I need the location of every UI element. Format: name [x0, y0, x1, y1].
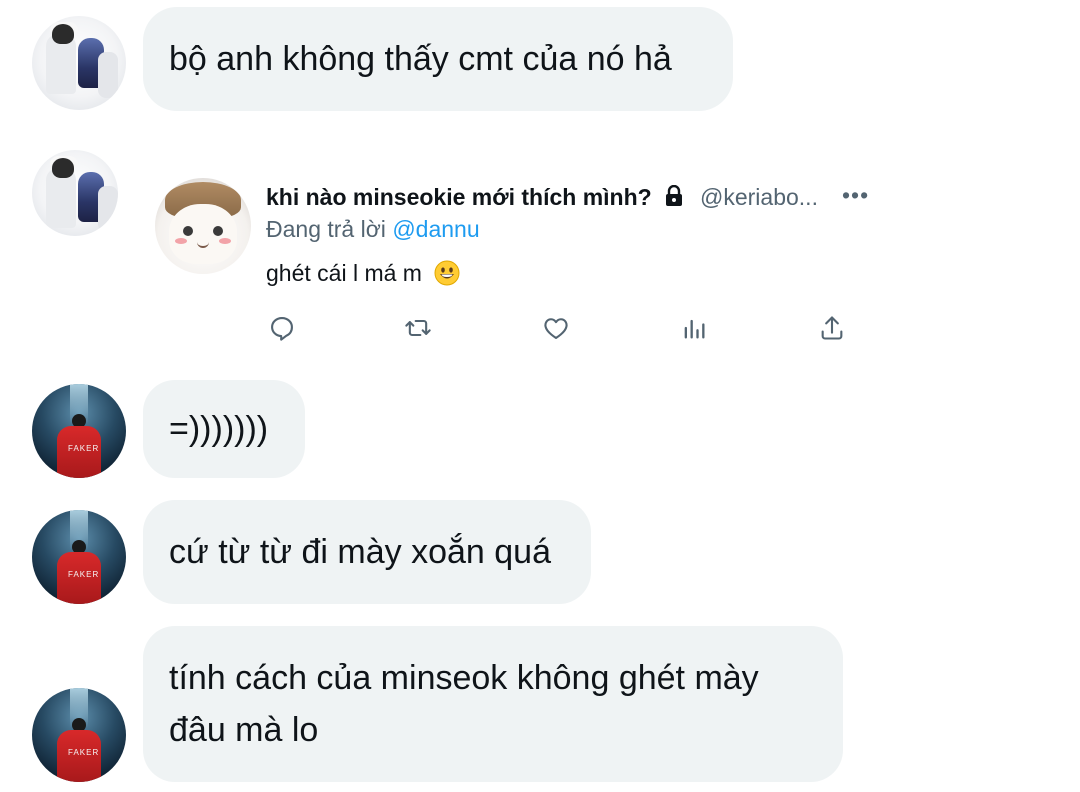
share-icon[interactable]: [818, 314, 848, 344]
avatar-jersey-text: FAKER: [68, 444, 100, 453]
analytics-icon[interactable]: [680, 314, 710, 344]
lock-icon: [664, 184, 684, 213]
message-bubble: =))))))): [143, 380, 305, 478]
message-text: bộ anh không thấy cmt của nó hả: [169, 40, 672, 78]
reply-icon[interactable]: [268, 314, 298, 344]
message-text: cứ từ từ đi mày xoắn quá: [169, 533, 552, 571]
user-avatar[interactable]: FAKER: [32, 384, 126, 478]
message-text: =))))))): [169, 410, 269, 448]
message-text-line: đâu mà lo: [169, 711, 319, 749]
more-options-icon[interactable]: •••: [842, 182, 869, 209]
user-avatar[interactable]: FAKER: [32, 510, 126, 604]
message-text-line: tính cách của minseok không ghét mày: [169, 659, 759, 697]
like-icon[interactable]: [542, 314, 572, 344]
quoted-author-handle[interactable]: @keriabo...: [700, 184, 818, 211]
replying-to-line: Đang trả lời @dannu: [266, 216, 480, 242]
avatar-jersey-text: FAKER: [68, 748, 100, 757]
quoted-author-name[interactable]: khi nào minseokie mới thích mình?: [266, 184, 684, 213]
message-bubble: cứ từ từ đi mày xoắn quá: [143, 500, 591, 604]
quoted-tweet-text: ghét cái l má m: [266, 260, 460, 287]
user-avatar[interactable]: [32, 150, 118, 236]
user-avatar[interactable]: [32, 16, 126, 110]
quoted-author-avatar[interactable]: [155, 178, 251, 274]
user-avatar[interactable]: FAKER: [32, 688, 126, 782]
grinning-face-emoji: [434, 260, 460, 286]
replying-to-mention[interactable]: @dannu: [392, 216, 479, 242]
retweet-icon[interactable]: [404, 314, 434, 344]
message-bubble: bộ anh không thấy cmt của nó hả: [143, 7, 733, 111]
message-bubble: tính cách của minseok không ghét mày đâu…: [143, 626, 843, 782]
avatar-jersey-text: FAKER: [68, 570, 100, 579]
